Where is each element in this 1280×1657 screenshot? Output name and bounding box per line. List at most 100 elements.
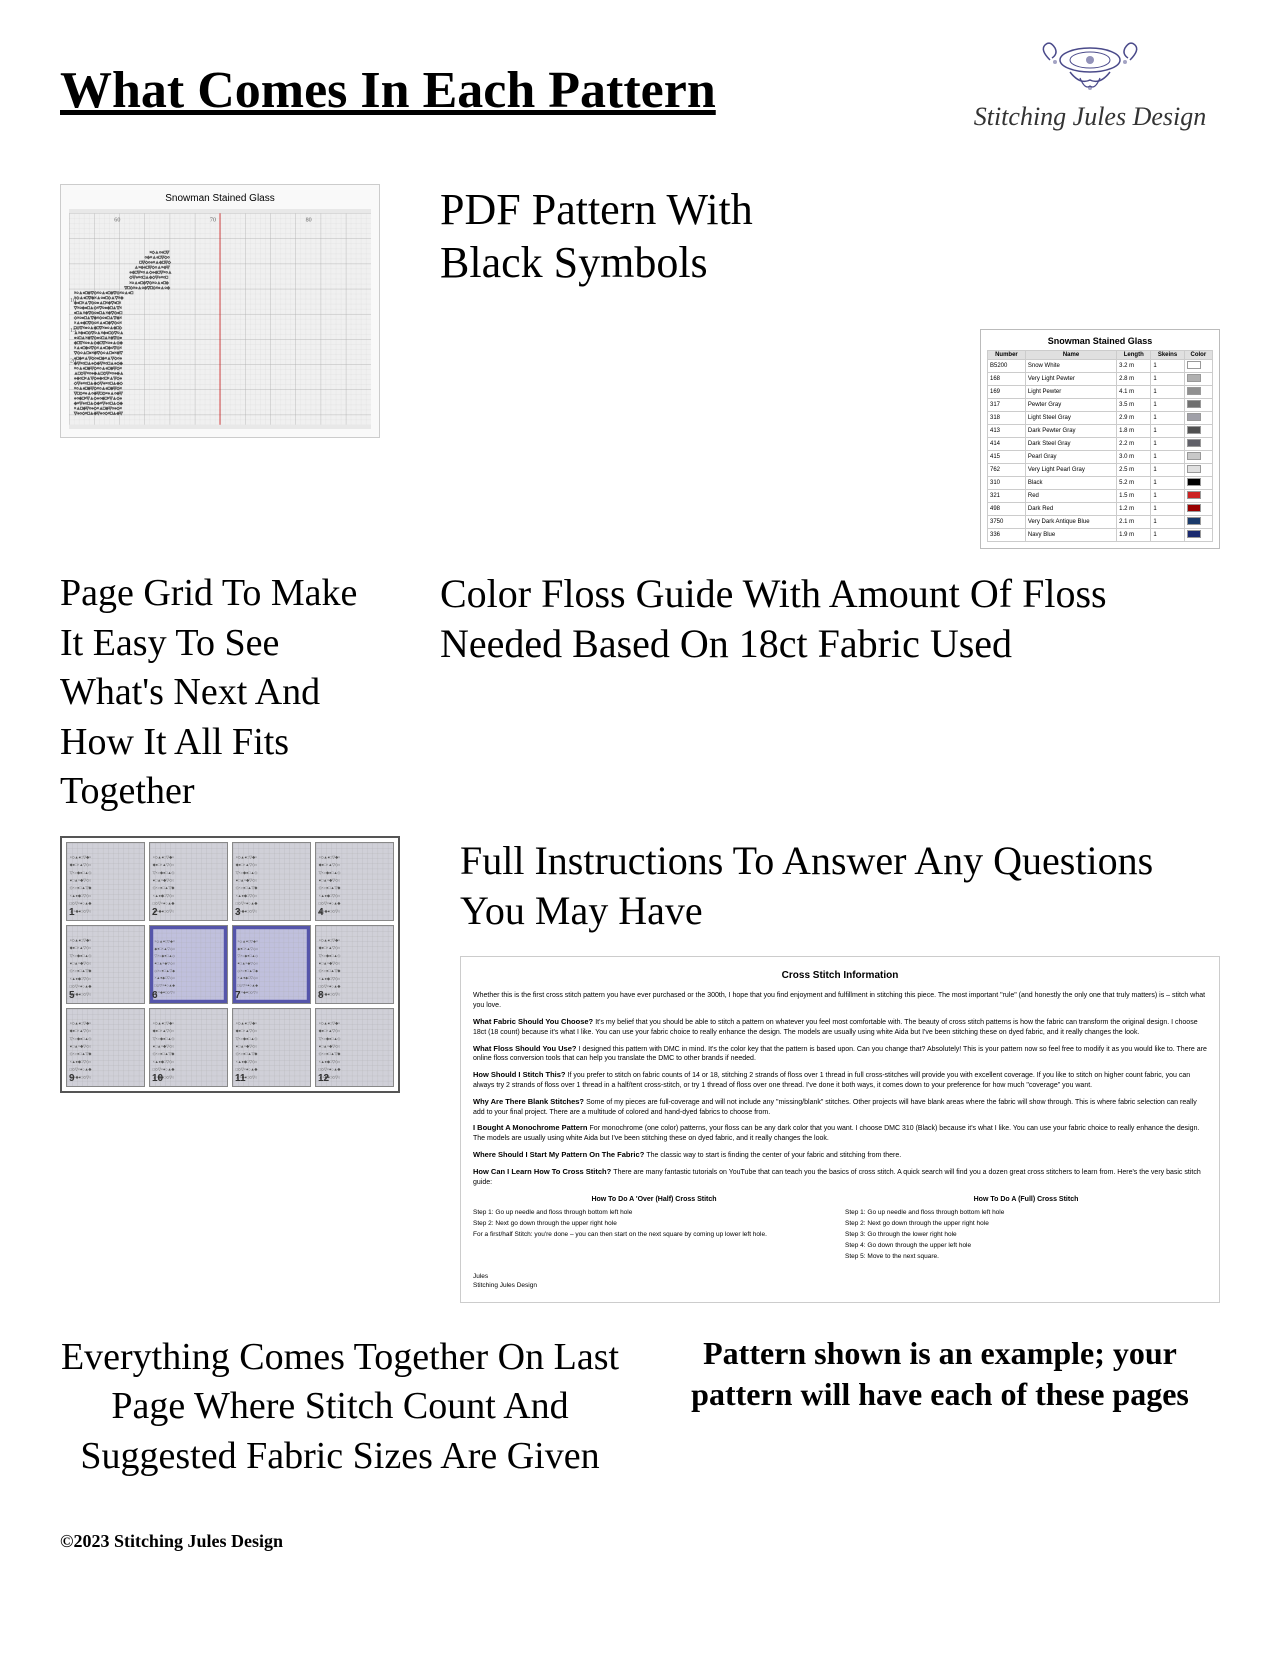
last-page-text: Everything Comes Together On Last Page W… xyxy=(60,1333,620,1481)
thumb-number: 2 xyxy=(152,907,158,918)
svg-text:□◇▽×●○▲◆: □◇▽×●○▲◆ xyxy=(319,902,342,906)
svg-text:×◇▲●□▽◆×: ×◇▲●□▽◆× xyxy=(237,940,258,944)
svg-text:▽×○◆●□▲◇: ▽×○◆●□▲◇ xyxy=(154,955,176,959)
svg-text:◇×○●□▲▽◆: ◇×○●□▲▽◆ xyxy=(70,1053,93,1057)
svg-text:×▲●◆□▽◇○: ×▲●◆□▽◇○ xyxy=(70,894,92,898)
thumb-cell: ×◇▲●□▽◆× ◆●□×▲▽◇○ ▽×○◆●□▲◇ ●□▲×◆▽◇○ ◇×○●… xyxy=(66,1008,145,1087)
table-row: 318 Light Steel Gray 2.9 m 1 xyxy=(988,412,1213,425)
table-row: 310 Black 5.2 m 1 xyxy=(988,477,1213,490)
thumb-number: 6 xyxy=(152,990,158,1001)
svg-text:□◇▽×●○▲◆: □◇▽×●○▲◆ xyxy=(153,902,176,906)
svg-text:×▲●◆□▽◇○: ×▲●◆□▽◇○ xyxy=(319,977,341,981)
thumb-cell: ×◇▲●□▽◆× ◆●□×▲▽◇○ ▽×○◆●□▲◇ ●□▲×◆▽◇○ ◇×○●… xyxy=(149,925,228,1004)
stitch-columns: How To Do A 'Over (Half) Cross StitchSte… xyxy=(473,1195,1207,1263)
svg-text:●□▲×◆▽◇○: ●□▲×◆▽◇○ xyxy=(237,962,258,966)
svg-text:◆●□×▲▽◇○: ◆●□×▲▽◇○ xyxy=(319,1029,341,1033)
floss-guide-thumbnail: Snowman Stained Glass Number Name Length… xyxy=(980,329,1220,549)
svg-text:◆●□×▲▽◇○: ◆●□×▲▽◇○ xyxy=(70,1029,92,1033)
svg-text:×▲●◆□▽◇○: ×▲●◆□▽◇○ xyxy=(319,1060,341,1064)
svg-text:□◇▽×●○▲◆: □◇▽×●○▲◆ xyxy=(154,984,176,988)
thumb-number: 12 xyxy=(318,1073,329,1084)
col-skeins: Skeins xyxy=(1151,351,1184,360)
svg-text:◇×○●□▲▽◆: ◇×○●□▲▽◆ xyxy=(237,969,259,973)
svg-text:◆●□×▲▽◇○: ◆●□×▲▽◇○ xyxy=(154,947,175,951)
svg-text:◇×○●□▲▽◆: ◇×○●□▲▽◆ xyxy=(236,1053,259,1057)
footer: ©2023 Stitching Jules Design xyxy=(60,1511,1220,1552)
table-row: 762 Very Light Pearl Gray 2.5 m 1 xyxy=(988,464,1213,477)
section-instructions: ×◇▲●□▽◆× ◆●□×▲▽◇○ ▽×○◆●□▲◇ ●□▲×◆▽◇○ ◇×○●… xyxy=(60,836,1220,1302)
svg-text:◆●□×▲▽◇○: ◆●□×▲▽◇○ xyxy=(153,863,175,867)
svg-text:◆●□×▲▽◇○: ◆●□×▲▽◇○ xyxy=(153,1029,175,1033)
footer-copyright: ©2023 Stitching Jules Design xyxy=(60,1531,1220,1552)
svg-text:◆●□×▲▽◇○: ◆●□×▲▽◇○ xyxy=(319,946,341,950)
svg-text:60: 60 xyxy=(114,217,120,223)
thumb-number: 7 xyxy=(235,990,241,1001)
svg-text:◇×○●□▲▽◆: ◇×○●□▲▽◆ xyxy=(153,1053,176,1057)
svg-text:◇×○●□▲▽◆: ◇×○●□▲▽◆ xyxy=(236,887,259,891)
thumb-cell: ×◇▲●□▽◆× ◆●□×▲▽◇○ ▽×○◆●□▲◇ ●□▲×◆▽◇○ ◇×○●… xyxy=(232,1008,311,1087)
svg-text:□◇▽×●○▲◆: □◇▽×●○▲◆ xyxy=(319,1068,342,1072)
info-section: Why Are There Blank Stitches? Some of my… xyxy=(473,1097,1207,1118)
header: What Comes In Each Pattern Stitching Jul… xyxy=(60,40,1220,144)
thumb-cell-inner: ×◇▲●□▽◆× ◆●□×▲▽◇○ ▽×○◆●□▲◇ ●□▲×◆▽◇○ ◇×○●… xyxy=(67,843,144,920)
thumb-number: 8 xyxy=(318,990,324,1001)
svg-text:□◇▽×●○▲◆: □◇▽×●○▲◆ xyxy=(153,1068,176,1072)
svg-text:□◇▽×●○▲◆: □◇▽×●○▲◆ xyxy=(236,1068,259,1072)
svg-text:▽×○◆●□▲◇: ▽×○◆●□▲◇ xyxy=(319,954,342,958)
svg-text:●□▲×◆▽◇○: ●□▲×◆▽◇○ xyxy=(236,879,258,883)
table-row: 3750 Very Dark Antique Blue 2.1 m 1 xyxy=(988,516,1213,529)
thumb-cell-inner: ×◇▲●□▽◆× ◆●□×▲▽◇○ ▽×○◆●□▲◇ ●□▲×◆▽◇○ ◇×○●… xyxy=(150,926,227,1003)
table-row: 168 Very Light Pewter 2.8 m 1 xyxy=(988,373,1213,386)
thumb-number: 1 xyxy=(69,907,75,918)
floss-table: Number Name Length Skeins Color B5200 Sn… xyxy=(987,350,1213,542)
thumb-cell-inner: ×◇▲●□▽◆× ◆●□×▲▽◇○ ▽×○◆●□▲◇ ●□▲×◆▽◇○ ◇×○●… xyxy=(316,926,393,1003)
page-title: What Comes In Each Pattern xyxy=(60,40,716,122)
table-row: 413 Dark Pewter Gray 1.8 m 1 xyxy=(988,425,1213,438)
brand-name: Stitching Jules Design xyxy=(960,100,1220,134)
svg-text:×◇▲●□▽◆×: ×◇▲●□▽◆× xyxy=(236,856,258,860)
thumb-cell: ×◇▲●□▽◆× ◆●□×▲▽◇○ ▽×○◆●□▲◇ ●□▲×◆▽◇○ ◇×○●… xyxy=(149,1008,228,1087)
svg-text:●□▲×◆▽◇○: ●□▲×◆▽◇○ xyxy=(319,1045,341,1049)
svg-text:◇×○●□▲▽◆: ◇×○●□▲▽◆ xyxy=(70,970,93,974)
svg-text:◇×○●□▲▽◆: ◇×○●□▲▽◆ xyxy=(319,887,342,891)
svg-text:20: 20 xyxy=(70,358,76,364)
table-row: 414 Dark Steel Gray 2.2 m 1 xyxy=(988,438,1213,451)
info-doc-intro: Whether this is the first cross stitch p… xyxy=(473,991,1207,1011)
page-grid-thumbnails: ×◇▲●□▽◆× ◆●□×▲▽◇○ ▽×○◆●□▲◇ ●□▲×◆▽◇○ ◇×○●… xyxy=(60,836,400,1093)
info-document: Cross Stitch Information Whether this is… xyxy=(460,956,1220,1302)
svg-text:×▲●◆□▽◇○: ×▲●◆□▽◇○ xyxy=(153,894,175,898)
svg-text:15: 15 xyxy=(70,328,76,334)
thumb-number: 11 xyxy=(235,1073,246,1084)
brand-logo: Stitching Jules Design xyxy=(960,40,1220,134)
svg-text:▽×○◆●□▲◇: ▽×○◆●□▲◇ xyxy=(237,955,259,959)
svg-text:●□▲×◆▽◇○: ●□▲×◆▽◇○ xyxy=(153,879,175,883)
instructions-area: Full Instructions To Answer Any Question… xyxy=(430,836,1220,1302)
svg-text:◇×○●□▲▽◆: ◇×○●□▲▽◆ xyxy=(319,1053,342,1057)
thumb-number: 10 xyxy=(152,1073,163,1084)
info-section: How Should I Stitch This? If you prefer … xyxy=(473,1070,1207,1091)
svg-text:▽×○◆●□▲◇: ▽×○◆●□▲◇ xyxy=(70,1037,93,1041)
svg-text:×◇▲●□▽◆×: ×◇▲●□▽◆× xyxy=(70,1022,92,1026)
section-pdf: Snowman Stained Glass xyxy=(60,184,1220,550)
thumb-cell-inner: ×◇▲●□▽◆× ◆●□×▲▽◇○ ▽×○◆●□▲◇ ●□▲×◆▽◇○ ◇×○●… xyxy=(67,926,144,1003)
svg-text:◇×○●□▲▽◆: ◇×○●□▲▽◆ xyxy=(319,970,342,974)
svg-text:◇×○●□▲▽◆: ◇×○●□▲▽◆ xyxy=(154,969,176,973)
svg-text:×◇▲●□▽◆×: ×◇▲●□▽◆× xyxy=(154,940,175,944)
svg-text:×◇▲●□▽◆×: ×◇▲●□▽◆× xyxy=(70,939,92,943)
thumb-cell: ×◇▲●□▽◆× ◆●□×▲▽◇○ ▽×○◆●□▲◇ ●□▲×◆▽◇○ ◇×○●… xyxy=(232,925,311,1004)
svg-text:□◇▽×●○▲◆: □◇▽×●○▲◆ xyxy=(70,1068,93,1072)
floss-text-area: Color Floss Guide With Amount Of Floss N… xyxy=(410,569,1220,669)
section-bottom: Everything Comes Together On Last Page W… xyxy=(60,1333,1220,1481)
svg-text:◆●□×▲▽◇○: ◆●□×▲▽◇○ xyxy=(236,863,258,867)
svg-text:▽×○◆●□▲◇: ▽×○◆●□▲◇ xyxy=(153,871,176,875)
svg-text:●□▲×◆▽◇○: ●□▲×◆▽◇○ xyxy=(153,1045,175,1049)
pdf-heading: PDF Pattern With Black Symbols xyxy=(440,184,753,290)
svg-text:▽×○◆●□▲◇: ▽×○◆●□▲◇ xyxy=(236,871,259,875)
stitch-pattern-svg: ×◇▲●□▽◆×▲○●□◇▲▽×◆ ◆●□×▲▽◇○●▲□×◆▽●□× ▽×○◆… xyxy=(69,209,371,429)
svg-text:×▲●◆□▽◇○: ×▲●◆□▽◇○ xyxy=(154,976,175,980)
svg-text:×▲●◆□▽◇○: ×▲●◆□▽◇○ xyxy=(70,1060,92,1064)
svg-text:▽×○◆●□▲◇: ▽×○◆●□▲◇ xyxy=(236,1037,259,1041)
thumb-cell: ×◇▲●□▽◆× ◆●□×▲▽◇○ ▽×○◆●□▲◇ ●□▲×◆▽◇○ ◇×○●… xyxy=(315,1008,394,1087)
svg-text:×◇▲●□▽◆×: ×◇▲●□▽◆× xyxy=(70,856,92,860)
brand-ornament-svg xyxy=(1030,40,1150,100)
